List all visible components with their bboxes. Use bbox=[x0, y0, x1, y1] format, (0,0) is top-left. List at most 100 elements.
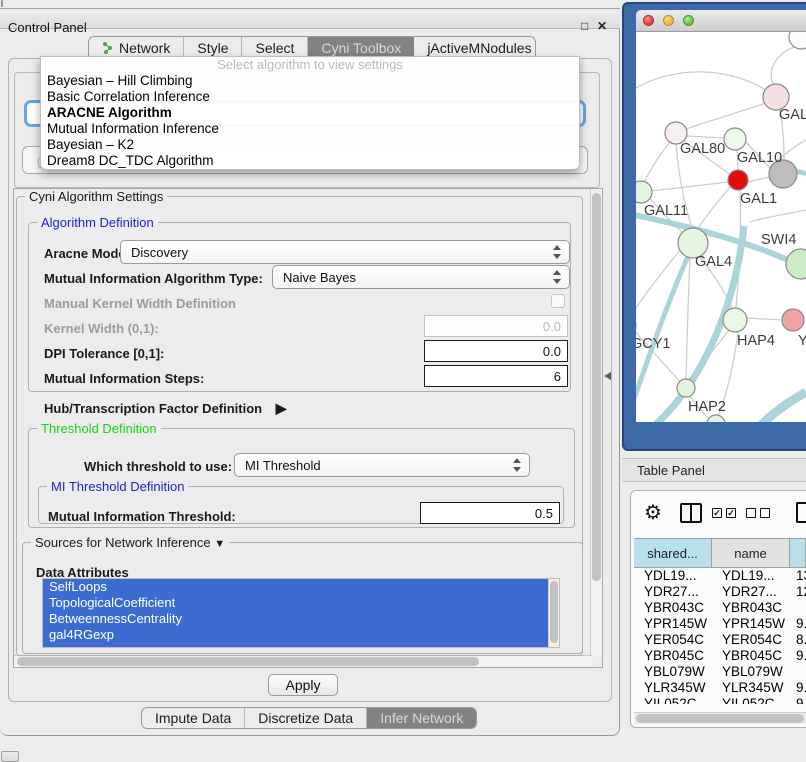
checkbox-unchecked-icon[interactable] bbox=[760, 508, 770, 518]
split-columns-icon[interactable] bbox=[680, 503, 702, 523]
manual-kernel-width-label: Manual Kernel Width Definition bbox=[44, 296, 236, 311]
algorithm-option-bayesian-k2[interactable]: Bayesian – K2 bbox=[41, 137, 579, 153]
node-hap4[interactable] bbox=[723, 308, 747, 332]
settings-vertical-scrollbar[interactable] bbox=[590, 189, 602, 657]
tab-select[interactable]: Select bbox=[242, 37, 308, 58]
node-gal1-selected[interactable] bbox=[728, 170, 748, 190]
data-attributes-list: SelfLoops TopologicalCoefficient Between… bbox=[42, 578, 560, 648]
gear-icon[interactable]: ⚙ bbox=[644, 500, 662, 525]
mi-threshold-label: Mutual Information Threshold: bbox=[48, 509, 236, 524]
algorithm-option-mutual-information[interactable]: Mutual Information Inference bbox=[41, 121, 579, 137]
table-row[interactable]: YDR27... YDR27... 12 bbox=[634, 584, 806, 600]
node-label: Y bbox=[798, 333, 806, 349]
table-row[interactable]: YBL079W YBL079W bbox=[634, 664, 806, 680]
network-graph: GAL GAL80 GAL10 GAL1 GAL11 SWI4 GAL4 HAP… bbox=[636, 32, 806, 422]
settings-vscroll-thumb[interactable] bbox=[592, 193, 601, 581]
table-header-row: shared... name bbox=[634, 538, 806, 568]
table-row[interactable]: YBR043C YBR043C bbox=[634, 600, 806, 616]
network-window-titlebar[interactable] bbox=[636, 10, 806, 32]
control-panel-title: Control Panel bbox=[8, 20, 87, 35]
tab-infer-network[interactable]: Infer Network bbox=[367, 708, 476, 728]
dpi-tolerance-field[interactable]: 0.0 bbox=[424, 340, 568, 362]
panel-divider-cursor[interactable] bbox=[604, 372, 611, 380]
attribute-selfloops[interactable]: SelfLoops bbox=[43, 579, 559, 595]
checkbox-checked-icon[interactable]: ✓ bbox=[726, 508, 736, 518]
control-panel-titlebar: Control Panel □ ✕ bbox=[0, 8, 620, 29]
mi-threshold-definition-title: MI Threshold Definition bbox=[47, 479, 188, 494]
combo-stepper-icon bbox=[553, 245, 562, 259]
checkbox-checked-icon[interactable]: ✓ bbox=[712, 508, 722, 518]
table-row[interactable]: YBR045C YBR045C 9. bbox=[634, 648, 806, 664]
manual-kernel-width-checkbox[interactable] bbox=[551, 294, 565, 308]
tab-discretize-data[interactable]: Discretize Data bbox=[245, 708, 367, 728]
network-tab-icon bbox=[102, 41, 114, 54]
which-threshold-combobox[interactable]: MI Threshold bbox=[234, 453, 530, 477]
algorithm-option-dream8[interactable]: Dream8 DC_TDC Algorithm bbox=[41, 153, 579, 169]
column-header-name[interactable]: name bbox=[712, 539, 790, 567]
mi-algorithm-type-combobox[interactable]: Naive Bayes bbox=[272, 265, 570, 289]
table-row[interactable]: YPR145W YPR145W 9. bbox=[634, 616, 806, 632]
minimize-window-icon[interactable] bbox=[663, 15, 674, 26]
close-panel-icon[interactable]: ✕ bbox=[597, 19, 607, 33]
attribute-topologicalcoefficient[interactable]: TopologicalCoefficient bbox=[43, 595, 559, 611]
table-horizontal-scrollbar[interactable] bbox=[634, 712, 806, 724]
attribute-betweennesscentrality[interactable]: BetweennessCentrality bbox=[43, 611, 559, 627]
partial-toolbar-icon[interactable] bbox=[796, 502, 806, 523]
tab-impute-data[interactable]: Impute Data bbox=[142, 708, 245, 728]
node-table: shared... name YDL19... YDL19... 13 YDR2… bbox=[634, 538, 806, 704]
table-toolbar: ⚙ ✓ ✓ bbox=[630, 492, 806, 536]
column-header-shared-name[interactable]: shared... bbox=[634, 539, 712, 567]
bottom-tabbar: Impute Data Discretize Data Infer Networ… bbox=[141, 707, 477, 729]
algorithm-dropdown-hint: Select algorithm to view settings bbox=[41, 57, 579, 73]
node-gal10[interactable] bbox=[724, 128, 746, 150]
hub-definition-toggle[interactable]: Hub/Transcription Factor Definition ▶ bbox=[44, 400, 287, 417]
kernel-width-field[interactable]: 0.0 bbox=[424, 315, 568, 337]
tab-network[interactable]: Network bbox=[89, 37, 184, 58]
aracne-mode-label: Aracne Mode: bbox=[44, 246, 130, 261]
mi-steps-label: Mutual Information Steps: bbox=[44, 371, 204, 386]
node-hap2[interactable] bbox=[677, 379, 695, 397]
sources-title[interactable]: Sources for Network Inference ▼ bbox=[31, 535, 229, 550]
which-threshold-label: Which threshold to use: bbox=[84, 459, 232, 474]
node-label: GAL1 bbox=[740, 191, 777, 207]
node-top-right[interactable] bbox=[789, 32, 806, 49]
minimized-panel-button[interactable] bbox=[1, 751, 19, 762]
node-swi4[interactable] bbox=[786, 249, 806, 279]
tab-style[interactable]: Style bbox=[184, 37, 242, 58]
network-canvas[interactable]: GAL GAL80 GAL10 GAL1 GAL11 SWI4 GAL4 HAP… bbox=[636, 32, 806, 422]
combo-stepper-icon bbox=[553, 270, 562, 284]
attributes-scrollbar[interactable] bbox=[548, 579, 559, 647]
node-label: HAP2 bbox=[688, 399, 726, 415]
table-row[interactable]: YDL19... YDL19... 13 bbox=[634, 568, 806, 584]
mi-threshold-field[interactable]: 0.5 bbox=[420, 502, 560, 524]
mi-steps-field[interactable]: 6 bbox=[424, 365, 568, 387]
algorithm-option-bayesian-hill-climbing[interactable]: Bayesian – Hill Climbing bbox=[41, 73, 579, 89]
table-row[interactable]: YER054C YER054C 8. bbox=[634, 632, 806, 648]
table-hscroll-thumb[interactable] bbox=[636, 714, 804, 723]
node-label: GAL11 bbox=[644, 203, 688, 219]
node-gal11[interactable] bbox=[636, 181, 652, 203]
settings-horizontal-scrollbar[interactable] bbox=[14, 655, 592, 667]
table-row[interactable]: YIL052C YIL052C 9. bbox=[634, 696, 806, 704]
settings-hscroll-thumb[interactable] bbox=[17, 657, 479, 666]
node-salmon[interactable] bbox=[782, 309, 804, 331]
tab-jactivemnodules[interactable]: jActiveMNodules bbox=[414, 37, 544, 58]
node-bottom[interactable] bbox=[707, 415, 725, 422]
screenshot-root: Control Panel □ ✕ Network Style Select C… bbox=[0, 0, 806, 762]
zoom-window-icon[interactable] bbox=[683, 15, 694, 26]
aracne-mode-combobox[interactable]: Discovery bbox=[120, 240, 570, 264]
column-header-partial[interactable] bbox=[790, 539, 806, 567]
attribute-gal4rgexp[interactable]: gal4RGexp bbox=[43, 627, 559, 643]
attribute-partial-row[interactable] bbox=[43, 643, 559, 648]
close-window-icon[interactable] bbox=[643, 15, 654, 26]
float-panel-icon[interactable]: □ bbox=[581, 19, 588, 33]
algorithm-option-basic-correlation[interactable]: Basic Correlation Inference bbox=[41, 89, 579, 105]
apply-button[interactable]: Apply bbox=[268, 674, 338, 696]
table-row[interactable]: YLR345W YLR345W 9. bbox=[634, 680, 806, 696]
expand-right-icon: ▶ bbox=[276, 400, 287, 416]
attributes-scroll-thumb[interactable] bbox=[550, 581, 558, 643]
kernel-width-label: Kernel Width (0,1): bbox=[44, 321, 159, 336]
tab-cyni-toolbox[interactable]: Cyni Toolbox bbox=[308, 37, 414, 58]
algorithm-option-aracne[interactable]: ARACNE Algorithm bbox=[41, 105, 579, 121]
checkbox-unchecked-icon[interactable] bbox=[746, 508, 756, 518]
